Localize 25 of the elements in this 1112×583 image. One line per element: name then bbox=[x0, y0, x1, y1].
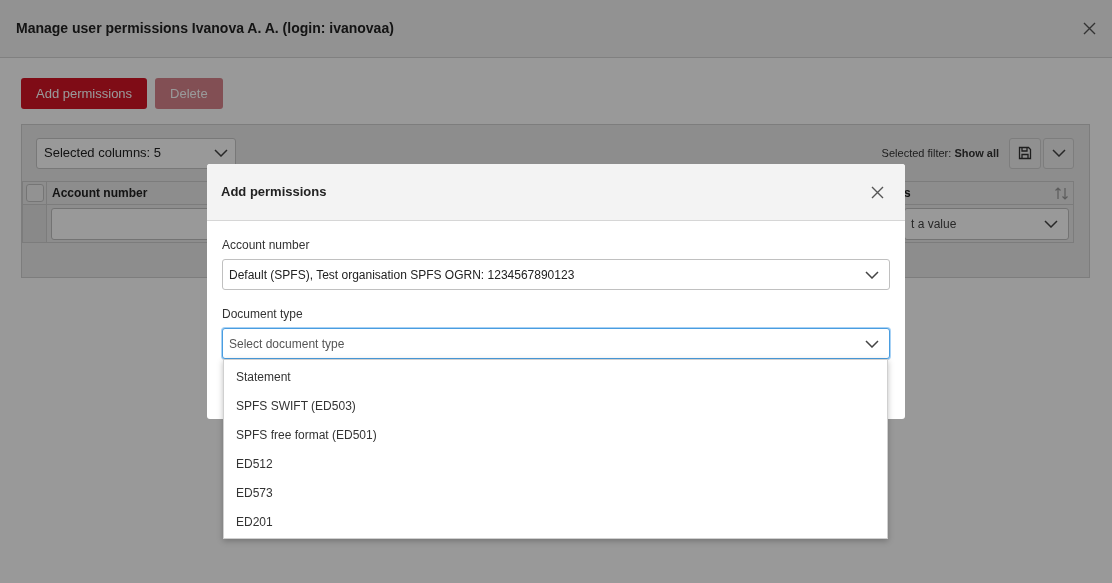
filter-menu-button[interactable] bbox=[1043, 137, 1074, 169]
dropdown-option[interactable]: ED573 bbox=[224, 478, 887, 507]
chevron-down-icon bbox=[1051, 149, 1066, 157]
dialog-title: Manage user permissions Ivanova A. A. (login: ivanovaa) bbox=[16, 19, 394, 38]
dropdown-option[interactable]: ED512 bbox=[224, 449, 887, 478]
chevron-down-icon bbox=[214, 149, 228, 157]
selected-filter-text: Selected filter: Show all bbox=[881, 145, 999, 161]
chevron-down-icon bbox=[1044, 219, 1058, 228]
save-filter-button[interactable] bbox=[1009, 137, 1041, 169]
dropdown-option[interactable]: ED201 bbox=[224, 507, 887, 536]
field-label: Account number bbox=[222, 237, 311, 253]
select-field[interactable]: Select document type bbox=[222, 328, 890, 359]
dropdown-option[interactable]: Statement bbox=[224, 362, 887, 391]
select-field[interactable]: Default (SPFS), Test organisation SPFS OGRN: 1234567890123 bbox=[222, 259, 890, 290]
field-label: Document type bbox=[222, 306, 304, 322]
close-icon[interactable] bbox=[871, 185, 884, 199]
chevron-down-icon bbox=[865, 270, 879, 279]
toolbar-button[interactable]: Add permissions bbox=[21, 78, 148, 109]
chevron-down-icon bbox=[865, 339, 879, 348]
modal-title: Add permissions bbox=[221, 183, 327, 202]
columns-select[interactable]: Selected columns: 5 bbox=[36, 137, 236, 169]
dropdown-option[interactable]: SPFS SWIFT (ED503) bbox=[224, 391, 887, 420]
dropdown-option[interactable]: SPFS free format (ED501) bbox=[224, 420, 887, 449]
filter-select[interactable]: t a value bbox=[904, 207, 1069, 240]
close-icon[interactable] bbox=[1083, 22, 1096, 35]
